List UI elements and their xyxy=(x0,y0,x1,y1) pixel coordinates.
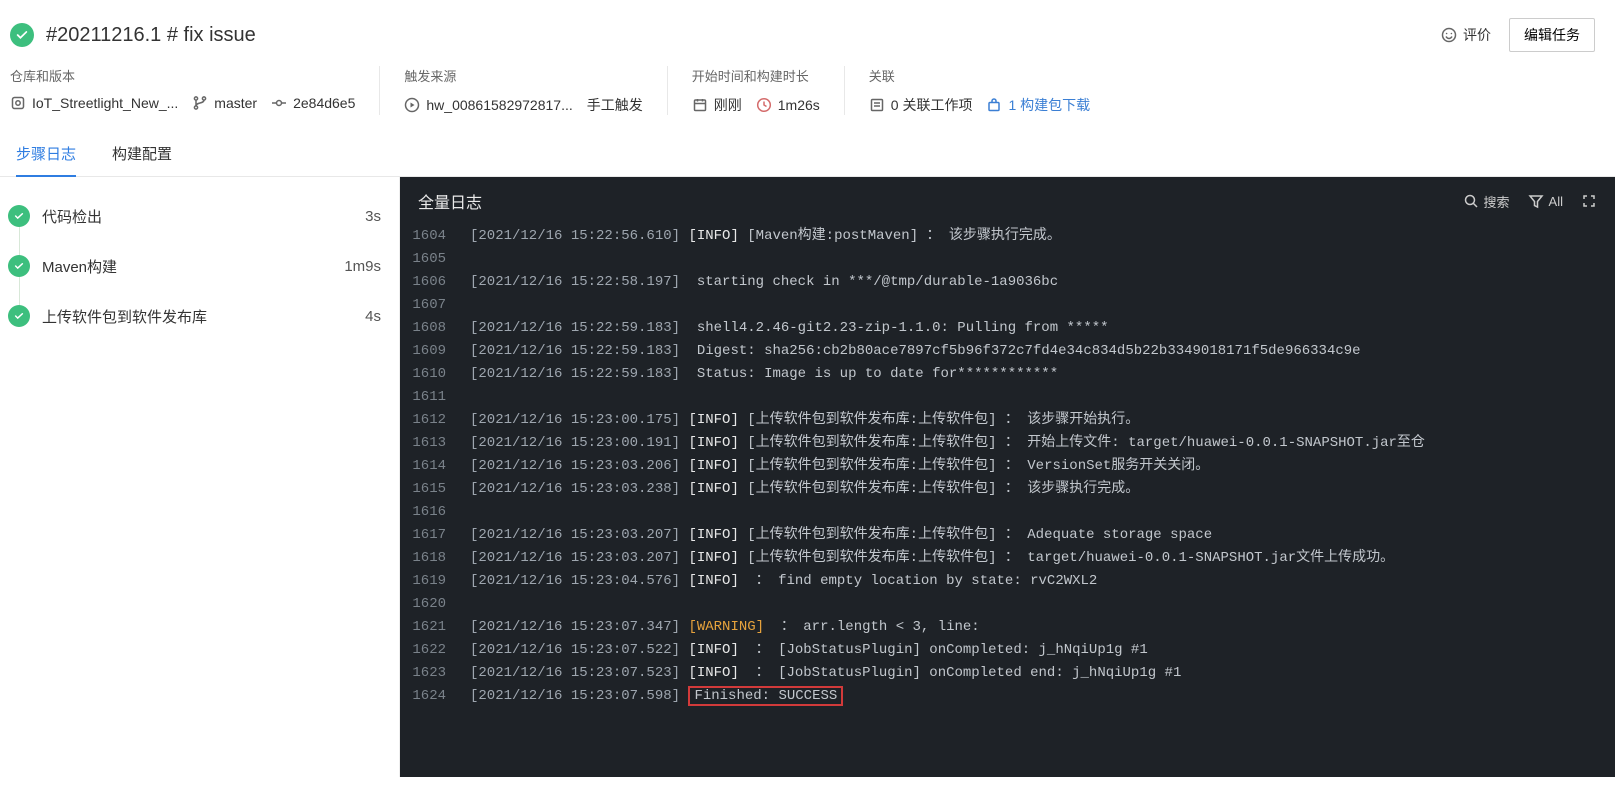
log-line: 1624[2021/12/16 15:23:07.598] Finished: … xyxy=(400,685,1615,708)
log-line: 1613[2021/12/16 15:23:00.191] [INFO] [上传… xyxy=(400,432,1615,455)
play-circle-icon xyxy=(404,97,420,113)
log-line: 1605 xyxy=(400,248,1615,271)
step-item[interactable]: 上传软件包到软件发布库4s xyxy=(0,291,399,341)
filter-icon xyxy=(1528,193,1544,209)
log-body[interactable]: 1604[2021/12/16 15:22:56.610] [INFO] [Ma… xyxy=(400,225,1615,748)
log-line: 1621[2021/12/16 15:23:07.347] [WARNING] … xyxy=(400,616,1615,639)
info-label-repo: 仓库和版本 xyxy=(10,66,355,85)
step-item[interactable]: 代码检出3s xyxy=(0,191,399,241)
rate-button[interactable]: 评价 xyxy=(1441,25,1491,45)
log-line: 1604[2021/12/16 15:22:56.610] [INFO] [Ma… xyxy=(400,225,1615,248)
log-panel: 全量日志 搜索 All 1604[2021/12/16 15:22:56.610… xyxy=(400,177,1615,777)
download-icon xyxy=(986,97,1002,113)
step-time: 4s xyxy=(365,308,381,325)
log-line: 1615[2021/12/16 15:23:03.238] [INFO] [上传… xyxy=(400,478,1615,501)
trigger-type: 手工触发 xyxy=(587,95,643,115)
log-fullscreen-button[interactable] xyxy=(1581,193,1597,209)
build-title: #20211216.1 # fix issue xyxy=(46,24,1441,47)
tab-step-log[interactable]: 步骤日志 xyxy=(16,133,76,176)
page-header: #20211216.1 # fix issue 评价 编辑任务 xyxy=(0,0,1615,66)
log-line: 1611 xyxy=(400,386,1615,409)
branch-icon xyxy=(192,95,208,111)
commit-icon xyxy=(271,95,287,111)
info-label-trigger: 触发来源 xyxy=(404,66,642,85)
info-label-time: 开始时间和构建时长 xyxy=(692,66,820,85)
steps-sidebar: 代码检出3sMaven构建1m9s上传软件包到软件发布库4s xyxy=(0,177,400,777)
rate-label: 评价 xyxy=(1463,25,1491,45)
log-line: 1620 xyxy=(400,593,1615,616)
log-line: 1616 xyxy=(400,501,1615,524)
start-time: 刚刚 xyxy=(692,95,742,115)
edit-task-button[interactable]: 编辑任务 xyxy=(1509,18,1595,52)
tabs: 步骤日志 构建配置 xyxy=(0,133,1615,177)
calendar-icon xyxy=(692,97,708,113)
step-name: Maven构建 xyxy=(42,256,344,277)
log-filter-button[interactable]: All xyxy=(1528,193,1563,209)
smile-icon xyxy=(1441,27,1457,43)
step-time: 1m9s xyxy=(344,258,381,275)
tab-build-config[interactable]: 构建配置 xyxy=(112,133,172,176)
step-success-icon xyxy=(8,255,30,277)
clock-icon xyxy=(756,97,772,113)
log-line: 1607 xyxy=(400,294,1615,317)
log-search-button[interactable]: 搜索 xyxy=(1463,192,1510,211)
commit-link[interactable]: 2e84d6e5 xyxy=(271,95,355,111)
log-line: 1606[2021/12/16 15:22:58.197] starting c… xyxy=(400,271,1615,294)
step-success-icon xyxy=(8,305,30,327)
log-line: 1614[2021/12/16 15:23:03.206] [INFO] [上传… xyxy=(400,455,1615,478)
duration: 1m26s xyxy=(756,97,820,113)
log-line: 1612[2021/12/16 15:23:00.175] [INFO] [上传… xyxy=(400,409,1615,432)
step-success-icon xyxy=(8,205,30,227)
trigger-user: hw_00861582972817... xyxy=(404,97,572,113)
repo-icon xyxy=(10,95,26,111)
step-name: 代码检出 xyxy=(42,206,365,227)
repo-link[interactable]: IoT_Streetlight_New_... xyxy=(10,95,178,111)
info-label-assoc: 关联 xyxy=(869,66,1090,85)
status-success-icon xyxy=(10,23,34,47)
log-line: 1608[2021/12/16 15:22:59.183] shell4.2.4… xyxy=(400,317,1615,340)
info-bar: 仓库和版本 IoT_Streetlight_New_... master 2e8… xyxy=(0,66,1615,133)
log-line: 1609[2021/12/16 15:22:59.183] Digest: sh… xyxy=(400,340,1615,363)
log-line: 1617[2021/12/16 15:23:03.207] [INFO] [上传… xyxy=(400,524,1615,547)
log-line: 1622[2021/12/16 15:23:07.522] [INFO] ： [… xyxy=(400,639,1615,662)
workitems-link[interactable]: 0 关联工作项 xyxy=(869,95,973,115)
log-title: 全量日志 xyxy=(418,189,1463,213)
log-line: 1623[2021/12/16 15:23:07.523] [INFO] ： [… xyxy=(400,662,1615,685)
step-time: 3s xyxy=(365,208,381,225)
log-line: 1618[2021/12/16 15:23:03.207] [INFO] [上传… xyxy=(400,547,1615,570)
search-icon xyxy=(1463,193,1479,209)
step-name: 上传软件包到软件发布库 xyxy=(42,306,365,327)
step-item[interactable]: Maven构建1m9s xyxy=(0,241,399,291)
log-line: 1619[2021/12/16 15:23:04.576] [INFO] ： f… xyxy=(400,570,1615,593)
fullscreen-icon xyxy=(1581,193,1597,209)
workitem-icon xyxy=(869,97,885,113)
log-line: 1610[2021/12/16 15:22:59.183] Status: Im… xyxy=(400,363,1615,386)
download-link[interactable]: 1 构建包下载 xyxy=(986,95,1090,115)
branch-link[interactable]: master xyxy=(192,95,257,111)
